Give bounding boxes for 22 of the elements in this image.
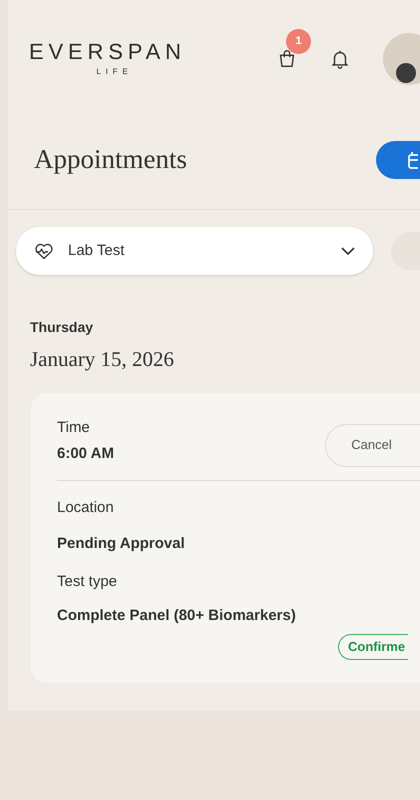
logo-tagline: LIFE [96, 66, 132, 78]
logo-wordmark: EVERSPAN [29, 40, 186, 62]
appointment-type-dropdown[interactable]: Lab Test [16, 227, 374, 275]
add-appointment-button[interactable] [376, 140, 420, 178]
avatar[interactable] [382, 33, 420, 85]
date-heading: January 15, 2026 [30, 346, 176, 373]
heart-pulse-icon [34, 242, 54, 260]
logo[interactable]: EVERSPAN LIFE [29, 40, 186, 78]
cart-count-badge: 1 [286, 29, 311, 54]
status-badge: Confirme [338, 634, 408, 660]
chevron-down-icon [341, 246, 356, 256]
location-label: Location [57, 498, 115, 518]
test-type-value: Complete Panel (80+ Biomarkers) [57, 606, 297, 626]
location-value: Pending Approval [57, 534, 186, 554]
time-label: Time [57, 418, 91, 438]
page-title: Appointments [34, 143, 187, 176]
cancel-button[interactable]: Cancel [325, 424, 420, 466]
weekday-label: Thursday [30, 318, 94, 337]
bell-icon[interactable] [329, 48, 351, 70]
calendar-icon [408, 150, 418, 168]
test-type-label: Test type [57, 572, 118, 592]
time-value: 6:00 AM [57, 444, 114, 464]
